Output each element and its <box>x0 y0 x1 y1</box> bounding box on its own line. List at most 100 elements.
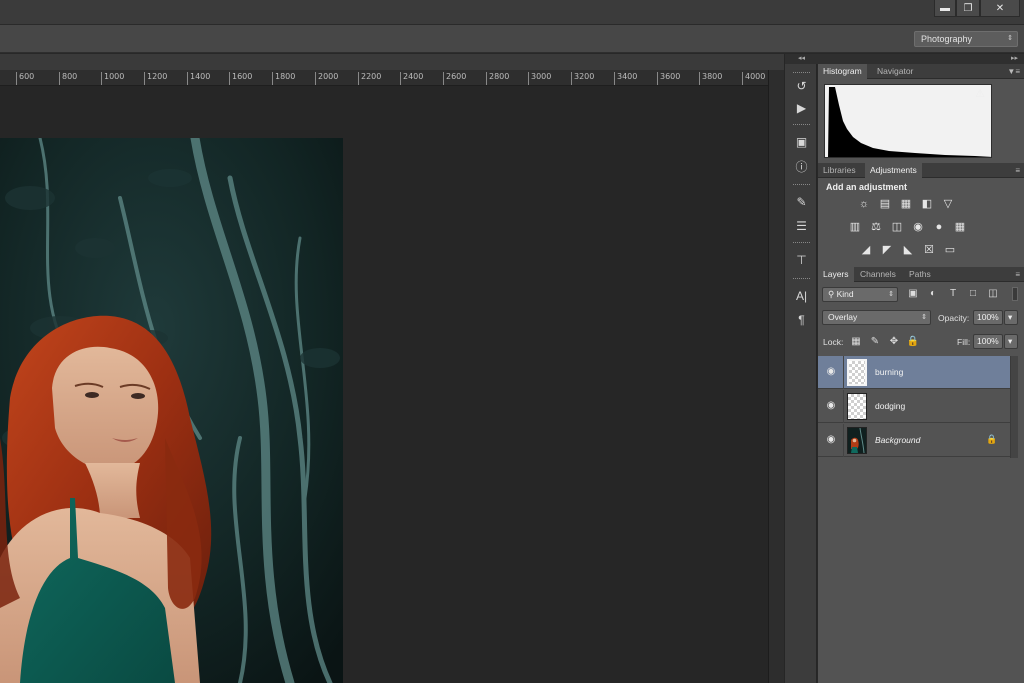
visibility-eye-icon[interactable]: ◉ <box>825 400 837 412</box>
fill-label: Fill: <box>957 337 971 347</box>
chevron-down-icon: ▾ <box>1008 336 1013 346</box>
ruler-tick: 3200 <box>571 72 594 85</box>
clone-source-icon[interactable]: ⊤ <box>792 250 811 269</box>
color-swatches-icon[interactable]: ▣ <box>792 132 811 151</box>
workspace-label: Photography <box>921 34 973 44</box>
layers-list: ◉ burning ◉ dodging ◉ Background 🔒 <box>818 356 1010 458</box>
ruler-tick: 3800 <box>699 72 722 85</box>
layer-name[interactable]: dodging <box>875 401 905 411</box>
layer-row-background[interactable]: ◉ Background 🔒 <box>818 424 1010 457</box>
character-icon[interactable]: A| <box>792 286 811 305</box>
visibility-eye-icon[interactable]: ◉ <box>825 434 837 446</box>
collapsed-panel-dock: ◂◂ ↺ ▶ ▣ ⓘ ✎ ☰ ⊤ A| ¶ <box>784 54 818 683</box>
color-balance-icon[interactable]: ⚖ <box>869 221 883 233</box>
layer-thumbnail[interactable] <box>847 359 867 386</box>
cache-warning-icon[interactable]: ⚠ <box>974 88 986 100</box>
dock-grip[interactable] <box>793 72 810 74</box>
close-icon[interactable]: ✕ <box>980 0 1020 17</box>
layer-filter-kind[interactable]: ⚲ Kind ⇕ <box>822 287 898 302</box>
background-thumbnail-image <box>848 428 866 453</box>
dock-grip[interactable] <box>793 242 810 244</box>
horizontal-ruler[interactable]: 600 800 1000 1200 1400 1600 1800 2000 22… <box>0 70 768 86</box>
brush-settings-icon[interactable]: ☰ <box>792 216 811 235</box>
info-icon[interactable]: ⓘ <box>792 157 811 176</box>
canvas-vertical-scrollbar[interactable] <box>768 70 784 683</box>
ruler-tick: 1400 <box>187 72 210 85</box>
fill-dropdown[interactable]: ▾ <box>1004 334 1018 349</box>
fill-input[interactable]: 100% <box>973 334 1003 349</box>
panel-menu-icon[interactable]: ≡ <box>1015 163 1020 178</box>
layer-name[interactable]: burning <box>875 367 903 377</box>
tab-paths[interactable]: Paths <box>904 267 936 282</box>
layer-thumbnail[interactable] <box>847 427 867 454</box>
dock-grip[interactable] <box>793 184 810 186</box>
visibility-eye-icon[interactable]: ◉ <box>825 366 837 378</box>
layers-scrollbar[interactable] <box>1010 356 1018 458</box>
layer-row-dodging[interactable]: ◉ dodging <box>818 390 1010 423</box>
filter-toggle-switch[interactable] <box>1012 287 1018 301</box>
filter-adjustment-icon[interactable]: ◐ <box>926 287 940 300</box>
tab-libraries[interactable]: Libraries <box>818 163 861 178</box>
filter-type-icon[interactable]: T <box>946 287 960 300</box>
lock-transparent-icon[interactable]: ▦ <box>849 335 863 348</box>
panel-menu-icon[interactable]: ≡ <box>1015 267 1020 282</box>
dock-grip[interactable] <box>793 278 810 280</box>
ruler-tick: 1800 <box>272 72 295 85</box>
photo-filter-icon[interactable]: ◉ <box>911 221 925 233</box>
panel-menu-icon[interactable]: ▼≡ <box>1007 64 1020 79</box>
collapse-panels-icon[interactable]: ▸▸ <box>818 54 1024 64</box>
filter-smart-object-icon[interactable]: ◫ <box>986 287 1000 300</box>
blend-mode-select[interactable]: Overlay ⇕ <box>822 310 931 325</box>
right-panels: ▸▸ Histogram Navigator ▼≡ ⚠ Libraries Ad… <box>818 54 1024 683</box>
layer-row-burning[interactable]: ◉ burning <box>818 356 1010 389</box>
actions-play-icon[interactable]: ▶ <box>792 98 811 117</box>
selective-color-icon[interactable]: ☒ <box>922 244 936 256</box>
lock-image-icon[interactable]: ✎ <box>868 335 882 348</box>
color-lookup-icon[interactable]: ▦ <box>953 221 967 233</box>
levels-icon[interactable]: ▤ <box>878 198 892 210</box>
lock-position-icon[interactable]: ✥ <box>887 335 901 348</box>
chevron-updown-icon: ⇕ <box>888 291 894 298</box>
collapse-dock-icon[interactable]: ◂◂ <box>785 54 818 64</box>
blend-mode-label: Overlay <box>828 312 858 322</box>
portrait-image <box>0 138 343 683</box>
brightness-contrast-icon[interactable]: ☼ <box>857 198 871 210</box>
curves-icon[interactable]: ▦ <box>899 198 913 210</box>
tab-navigator[interactable]: Navigator <box>872 64 918 79</box>
channel-mixer-icon[interactable]: ● <box>932 221 946 233</box>
title-bar: ▬ ❐ ✕ <box>0 0 1024 25</box>
posterize-icon[interactable]: ◤ <box>880 244 894 256</box>
ruler-tick: 3400 <box>614 72 637 85</box>
opacity-dropdown[interactable]: ▾ <box>1004 310 1018 325</box>
ruler-tick: 2800 <box>486 72 509 85</box>
hue-saturation-icon[interactable]: ▥ <box>848 221 862 233</box>
opacity-value: 100% <box>977 312 999 322</box>
vibrance-icon[interactable]: ▽ <box>941 198 955 210</box>
lock-all-icon[interactable]: 🔒 <box>906 335 920 348</box>
invert-icon[interactable]: ◢ <box>859 244 873 256</box>
layer-thumbnail[interactable] <box>847 393 867 420</box>
tab-layers[interactable]: Layers <box>818 267 854 282</box>
lock-label: Lock: <box>823 337 844 347</box>
brush-presets-icon[interactable]: ✎ <box>792 192 811 211</box>
workspace-switcher[interactable]: Photography ⇕ <box>914 31 1018 47</box>
exposure-icon[interactable]: ◧ <box>920 198 934 210</box>
document-photo[interactable] <box>0 138 343 683</box>
filter-pixel-icon[interactable]: ▣ <box>906 287 920 300</box>
opacity-input[interactable]: 100% <box>973 310 1003 325</box>
threshold-icon[interactable]: ◣ <box>901 244 915 256</box>
paragraph-icon[interactable]: ¶ <box>792 310 811 329</box>
tab-histogram[interactable]: Histogram <box>818 64 867 79</box>
minimize-icon[interactable]: ▬ <box>934 0 956 17</box>
lock-icon: 🔒 <box>986 434 998 444</box>
dock-grip[interactable] <box>793 124 810 126</box>
tab-channels[interactable]: Channels <box>855 267 901 282</box>
tab-adjustments[interactable]: Adjustments <box>865 163 922 178</box>
layer-name[interactable]: Background <box>875 435 920 445</box>
black-white-icon[interactable]: ◫ <box>890 221 904 233</box>
canvas-area[interactable] <box>0 86 768 683</box>
filter-shape-icon[interactable]: □ <box>966 287 980 300</box>
restore-icon[interactable]: ❐ <box>956 0 980 17</box>
history-icon[interactable]: ↺ <box>792 76 811 95</box>
gradient-map-icon[interactable]: ▭ <box>943 244 957 256</box>
